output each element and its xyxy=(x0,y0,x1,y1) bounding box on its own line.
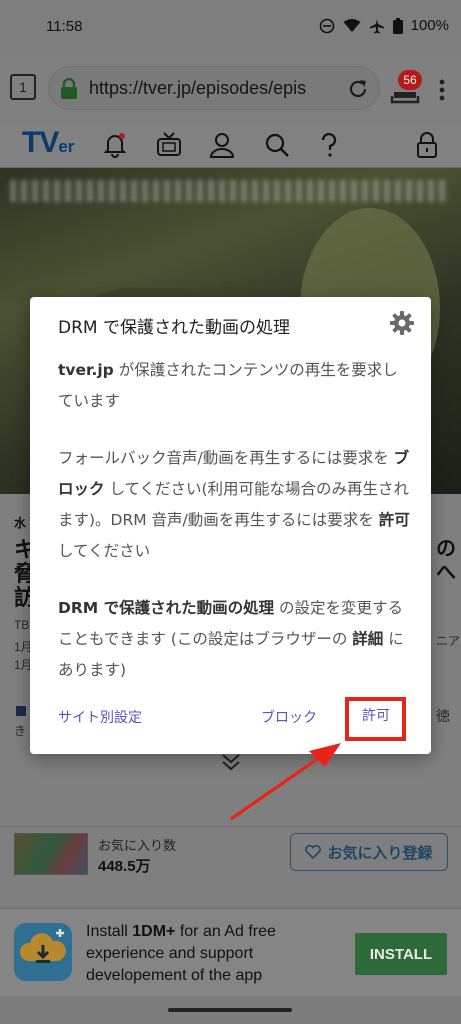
app-icon[interactable] xyxy=(14,923,72,981)
red-arrow-annotation xyxy=(230,743,341,821)
ad-text: Install 1DM+ for an Ad free experience a… xyxy=(86,923,276,984)
peek-text: ニア xyxy=(436,634,461,648)
dialog-message: tver.jp が保護されたコンテンツの再生を要求しています フォールバック音声… xyxy=(58,355,410,712)
user-icon[interactable] xyxy=(207,130,237,160)
dnd-icon xyxy=(319,18,334,33)
allow-highlight-box xyxy=(345,697,406,741)
system-nav-bar xyxy=(0,996,461,1024)
favorites-row: お気に入り数 448.5万 お気に入り登録 xyxy=(0,826,461,904)
dialog-paragraph: tver.jp が保護されたコンテンツの再生を要求しています xyxy=(58,361,398,410)
site-settings-button[interactable]: サイト別設定 xyxy=(58,707,142,727)
tab-switcher-button[interactable]: 1 xyxy=(10,74,36,100)
program-thumbnail[interactable] xyxy=(14,833,88,875)
block-button[interactable]: ブロック xyxy=(261,707,317,727)
heart-icon xyxy=(305,845,322,859)
home-handle[interactable] xyxy=(168,1008,292,1012)
browser-toolbar: 1 https://tver.jp/episodes/epis xyxy=(0,56,461,122)
wifi-icon xyxy=(343,19,361,32)
dialog-paragraph: フォールバック音声/動画を再生するには要求を ブロック してください(利用可能な… xyxy=(58,449,410,560)
search-icon[interactable] xyxy=(262,130,292,160)
tver-logo[interactable]: TVer xyxy=(22,126,74,160)
add-favorite-label: お気に入り登録 xyxy=(327,843,433,862)
padlock-icon[interactable] xyxy=(412,130,442,160)
peek-text: 徳 xyxy=(436,708,450,724)
site-nav: TVer xyxy=(0,122,461,168)
peek-text: TB xyxy=(14,618,30,632)
dialog-title: DRM で保護された動画の処理 xyxy=(58,318,290,338)
more-menu-icon[interactable] xyxy=(432,78,452,102)
airplane-icon xyxy=(369,18,384,33)
install-button[interactable]: INSTALL xyxy=(355,933,447,975)
status-time: 11:58 xyxy=(46,18,83,35)
gear-icon[interactable] xyxy=(389,310,415,336)
favorites-count: 448.5万 xyxy=(98,858,151,875)
drm-permission-dialog: DRM で保護された動画の処理 tver.jp が保護されたコンテンツの再生を要… xyxy=(30,297,431,754)
blurred-caption xyxy=(10,180,450,202)
peek-text: へ xyxy=(436,562,456,584)
battery-icon xyxy=(392,17,403,34)
bell-icon[interactable] xyxy=(100,130,130,160)
status-icons: 100% xyxy=(319,17,449,34)
add-favorite-button[interactable]: お気に入り登録 xyxy=(290,833,448,871)
peek-text: 水 xyxy=(14,516,27,530)
peek-text: き xyxy=(14,724,27,738)
help-icon[interactable] xyxy=(314,130,344,160)
battery-level: 100% xyxy=(410,17,449,34)
lock-icon[interactable] xyxy=(59,78,79,100)
tv-icon[interactable] xyxy=(154,130,184,160)
ad-banner[interactable]: Install 1DM+ for an Ad free experience a… xyxy=(0,908,461,996)
status-bar: 11:58 100% xyxy=(0,0,461,56)
favorites-label: お気に入り数 xyxy=(98,838,177,853)
reload-icon[interactable] xyxy=(347,78,369,100)
dialog-paragraph: DRM で保護された動画の処理 の設定を変更することもできます (この設定はブラ… xyxy=(58,599,404,679)
url-text[interactable]: https://tver.jp/episodes/epis xyxy=(89,78,339,99)
address-bar[interactable]: https://tver.jp/episodes/epis xyxy=(48,66,380,110)
downloads-badge: 56 xyxy=(398,70,422,90)
